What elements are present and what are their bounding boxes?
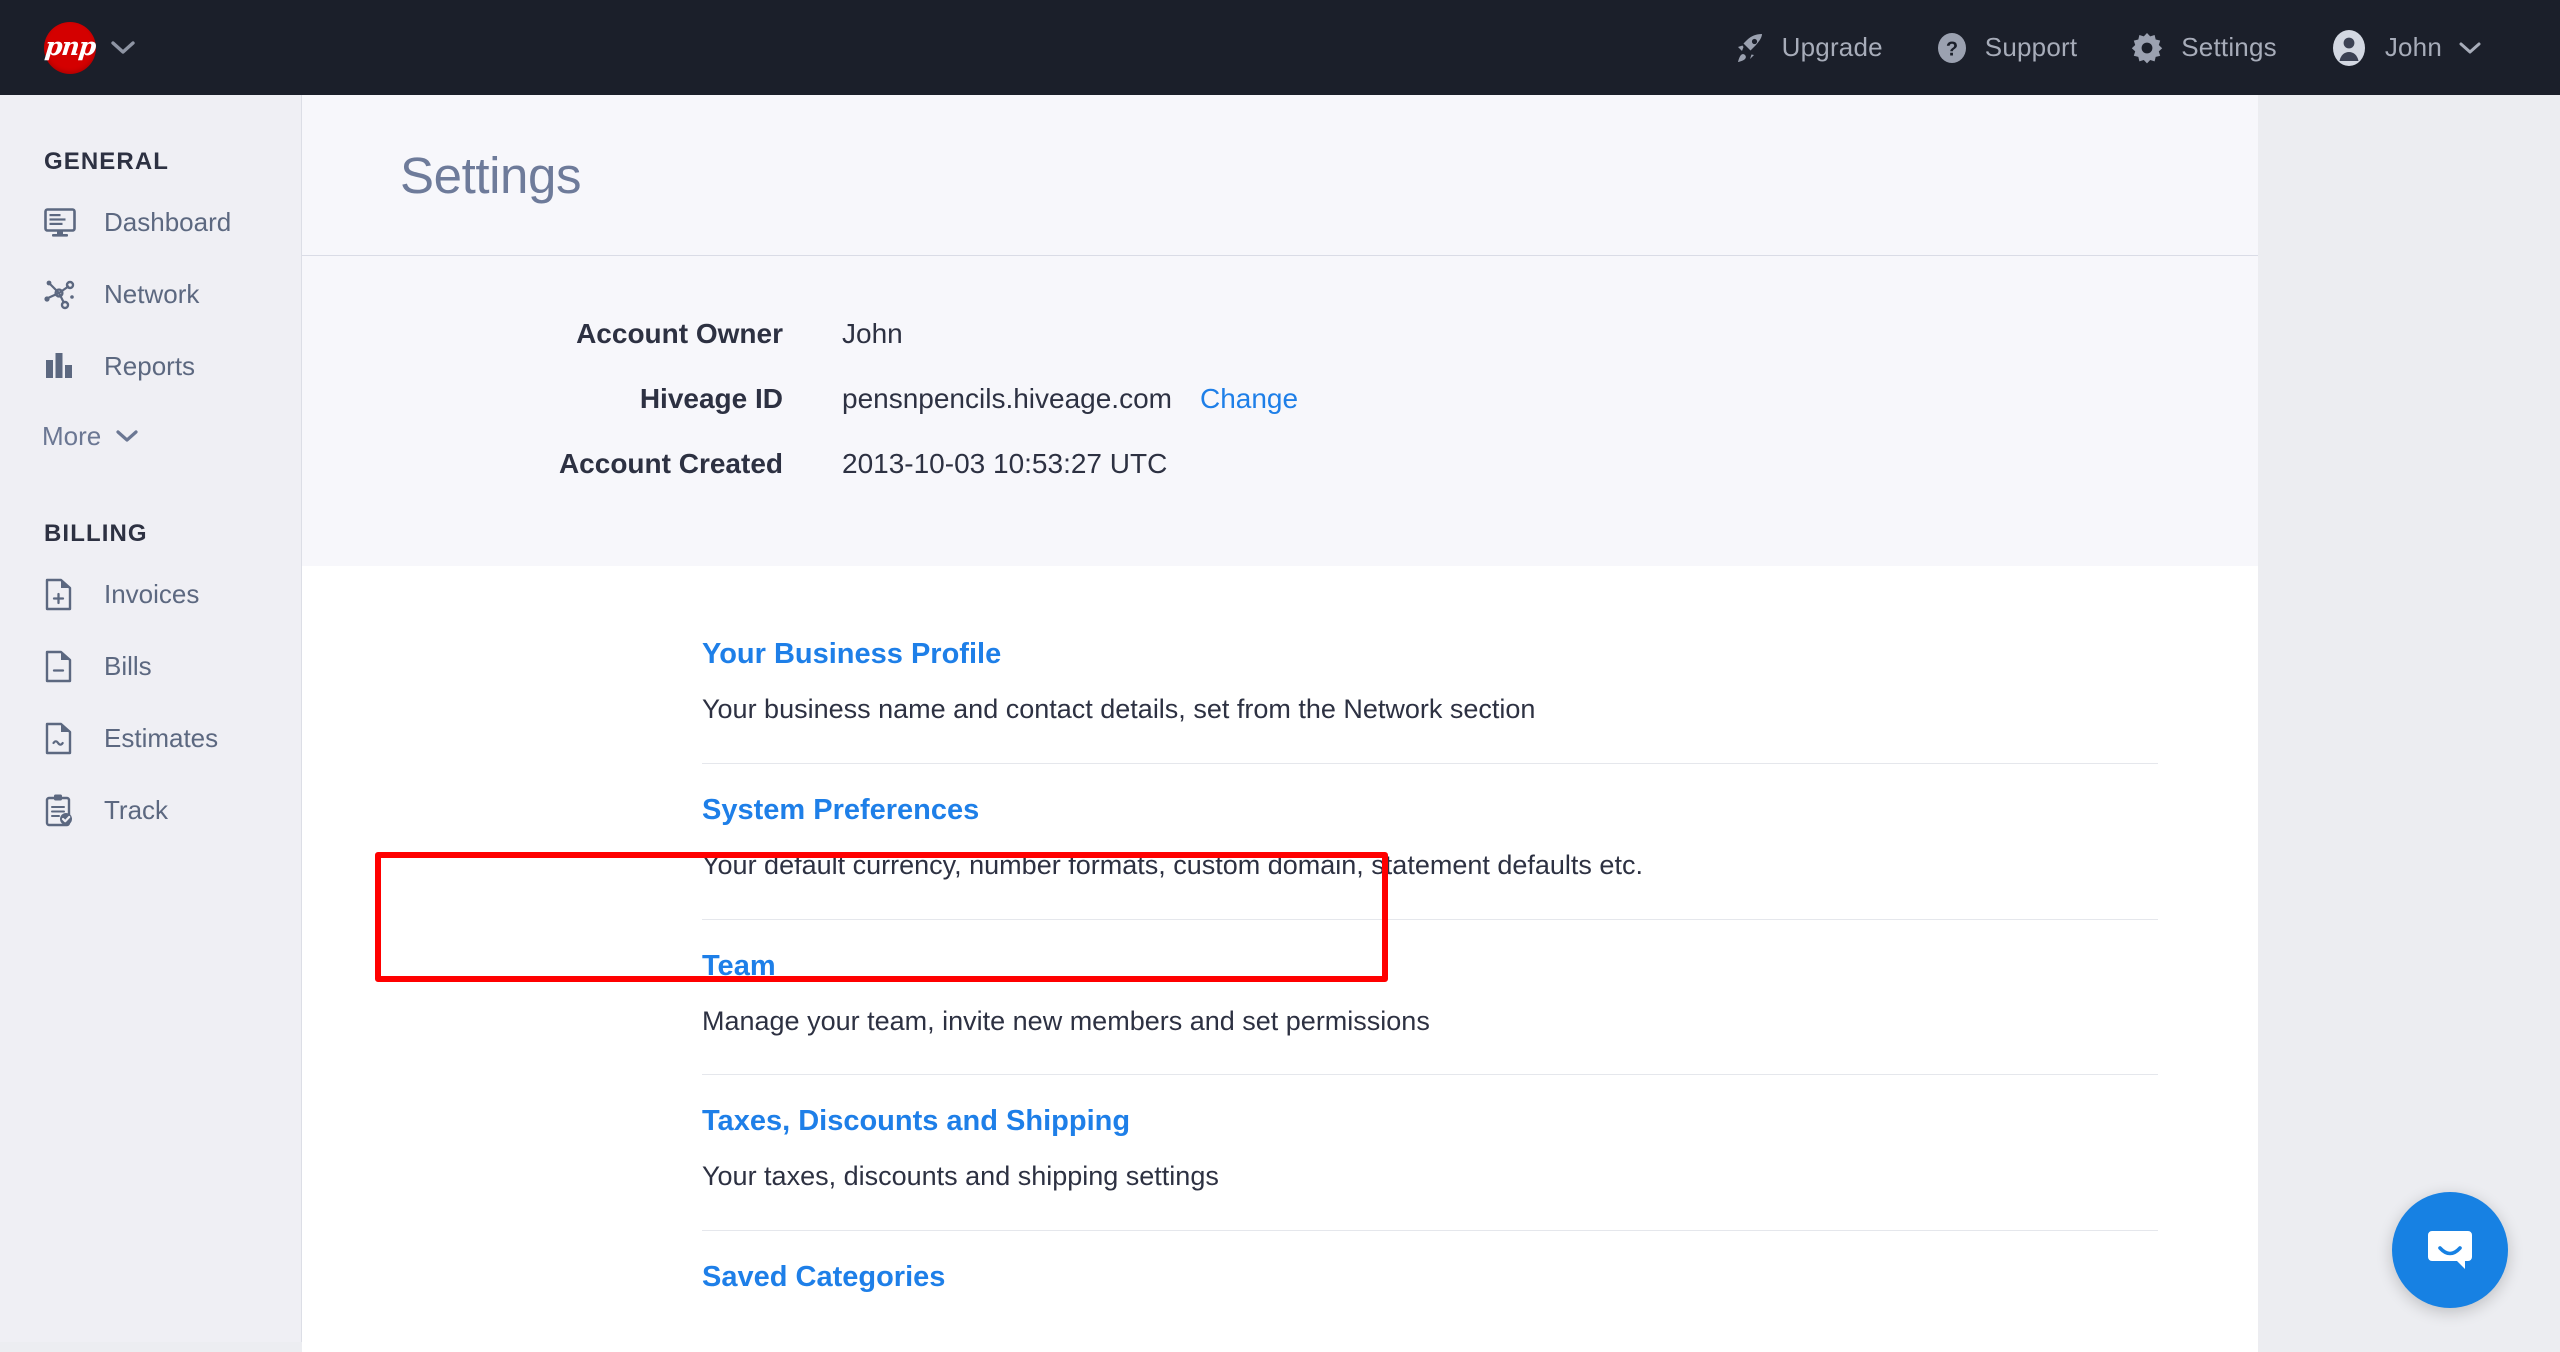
settings-item-title[interactable]: Team: [702, 950, 776, 983]
sidebar-item-track[interactable]: Track: [0, 774, 301, 846]
chat-launcher-button[interactable]: [2392, 1192, 2508, 1308]
page-title: Settings: [400, 146, 581, 205]
sidebar-item-label: Estimates: [104, 723, 218, 754]
settings-item-description: Manage your team, invite new members and…: [702, 1005, 2158, 1039]
sidebar-item-estimates[interactable]: Estimates: [0, 702, 301, 774]
account-created-value: 2013-10-03 10:53:27 UTC: [842, 448, 1167, 480]
account-owner-label: Account Owner: [302, 318, 783, 350]
sidebar-item-label: Dashboard: [104, 207, 231, 238]
top-nav-actions: Upgrade ? Support Settings: [1706, 0, 2508, 95]
question-circle-icon: ?: [1935, 31, 1969, 65]
nav-support-label: Support: [1985, 32, 2077, 63]
chevron-down-icon: [2458, 32, 2482, 63]
hiveage-id-label: Hiveage ID: [302, 383, 783, 415]
settings-list: Your Business Profile Your business name…: [302, 566, 2258, 1352]
sidebar-item-invoices[interactable]: Invoices: [0, 558, 301, 630]
nav-settings-label: Settings: [2181, 32, 2277, 63]
settings-item-title[interactable]: Your Business Profile: [702, 638, 1001, 671]
account-owner-value: John: [842, 318, 903, 350]
monitor-icon: [42, 204, 82, 240]
sidebar-item-reports[interactable]: Reports: [0, 330, 301, 402]
settings-item-description: Your business name and contact details, …: [702, 693, 2158, 727]
settings-item-team[interactable]: Team Manage your team, invite new member…: [702, 920, 2158, 1076]
rocket-icon: [1732, 31, 1766, 65]
document-minus-icon: [42, 648, 82, 684]
account-row-hiveage-id: Hiveage ID pensnpencils.hiveage.com Chan…: [302, 383, 2258, 415]
change-hiveage-id-link[interactable]: Change: [1200, 383, 1298, 415]
settings-item-taxes-discounts-shipping[interactable]: Taxes, Discounts and Shipping Your taxes…: [702, 1075, 2158, 1231]
settings-item-description: Your default currency, number formats, c…: [702, 849, 2158, 883]
sidebar-item-label: Track: [104, 795, 168, 826]
hiveage-id-value: pensnpencils.hiveage.com: [842, 383, 1172, 415]
sidebar-item-label: Reports: [104, 351, 195, 382]
settings-item-saved-categories[interactable]: Saved Categories: [702, 1231, 2158, 1352]
document-plus-icon: [42, 576, 82, 612]
sidebar-item-label: Network: [104, 279, 199, 310]
network-nodes-icon: [42, 276, 82, 312]
bar-chart-icon: [42, 348, 82, 384]
top-navigation-bar: pnp Upgrade: [0, 0, 2560, 95]
sidebar-item-network[interactable]: Network: [0, 258, 301, 330]
chat-bubble-smile-icon: [2419, 1217, 2481, 1284]
account-created-label: Account Created: [302, 448, 783, 480]
avatar-icon: [2329, 28, 2369, 68]
settings-item-description: Your taxes, discounts and shipping setti…: [702, 1160, 2158, 1194]
svg-text:?: ?: [1946, 38, 1958, 60]
settings-item-title[interactable]: Saved Categories: [702, 1261, 945, 1294]
sidebar-item-dashboard[interactable]: Dashboard: [0, 186, 301, 258]
brand-logo-button[interactable]: pnp: [44, 22, 136, 74]
sidebar-item-label: Invoices: [104, 579, 199, 610]
sidebar-group-title-billing: BILLING: [0, 520, 301, 548]
settings-item-title[interactable]: System Preferences: [702, 794, 979, 827]
brand-logo-mark: pnp: [44, 22, 96, 74]
document-tilde-icon: [42, 720, 82, 756]
sidebar-item-label: Bills: [104, 651, 152, 682]
settings-item-business-profile[interactable]: Your Business Profile Your business name…: [702, 618, 2158, 764]
nav-support-button[interactable]: ? Support: [1909, 0, 2103, 95]
brand-logo-text: pnp: [44, 34, 97, 61]
settings-item-system-preferences[interactable]: System Preferences Your default currency…: [702, 764, 2158, 920]
nav-upgrade-label: Upgrade: [1782, 32, 1883, 63]
chevron-down-icon: [115, 429, 139, 444]
nav-settings-button[interactable]: Settings: [2103, 0, 2303, 95]
nav-user-label: John: [2385, 32, 2442, 63]
account-row-owner: Account Owner John: [302, 318, 2258, 350]
sidebar-more-label: More: [42, 421, 101, 452]
account-row-created: Account Created 2013-10-03 10:53:27 UTC: [302, 448, 2258, 480]
gear-icon: [2129, 30, 2165, 66]
clipboard-check-icon: [42, 792, 82, 828]
chevron-down-icon: [110, 40, 136, 56]
account-info-block: Account Owner John Hiveage ID pensnpenci…: [302, 256, 2258, 566]
sidebar-item-bills[interactable]: Bills: [0, 630, 301, 702]
settings-item-title[interactable]: Taxes, Discounts and Shipping: [702, 1105, 1130, 1138]
sidebar-more-toggle[interactable]: More: [0, 402, 301, 470]
sidebar-group-title-general: GENERAL: [0, 148, 301, 176]
nav-user-menu-button[interactable]: John: [2303, 0, 2508, 95]
nav-upgrade-button[interactable]: Upgrade: [1706, 0, 1909, 95]
main-content-panel: Settings Account Owner John Hiveage ID p…: [302, 95, 2258, 1342]
sidebar: GENERAL Dashboard: [0, 95, 302, 1342]
page-header: Settings: [302, 95, 2258, 256]
